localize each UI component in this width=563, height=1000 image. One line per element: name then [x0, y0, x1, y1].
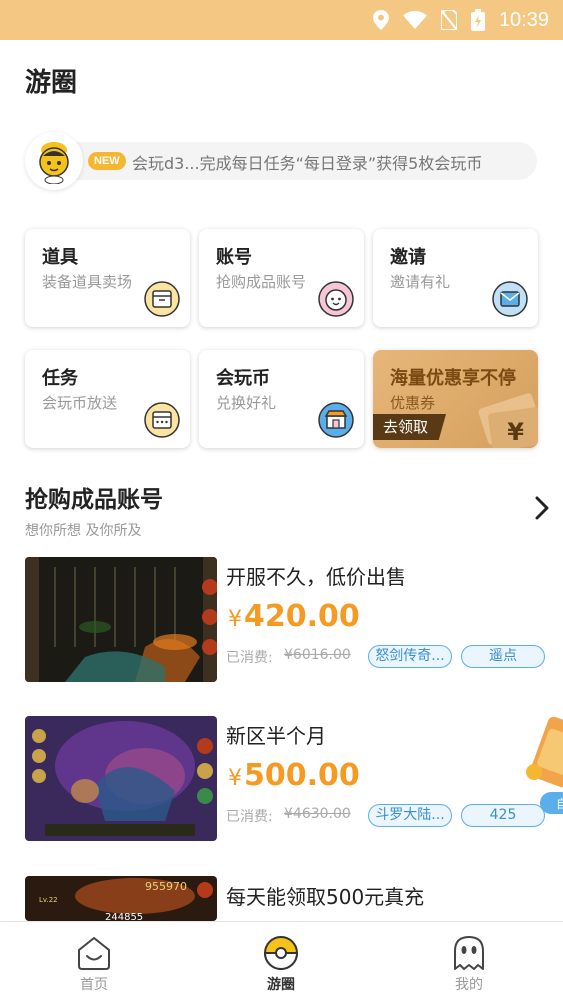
tab-label: 我的	[455, 977, 483, 993]
status-bar: 10:39	[0, 0, 563, 40]
yen-sign: ¥	[228, 607, 242, 632]
card-title: 会玩币	[216, 368, 270, 389]
card-subtitle: 抢购成品账号	[216, 273, 307, 291]
item-title: 开服不久，低价出售	[226, 565, 406, 589]
claim-button[interactable]: 去领取	[373, 414, 447, 440]
card-title: 任务	[42, 368, 78, 389]
price-value: 500.00	[244, 758, 360, 793]
section-subtitle: 想你所想 及你所及	[25, 523, 142, 539]
tab-home[interactable]: 首页	[34, 922, 154, 1000]
promo-title: 海量优惠享不停	[390, 368, 516, 389]
card-coins[interactable]: 会玩币 兑换好礼	[199, 350, 364, 448]
game-tag[interactable]: 怒剑传奇...	[368, 645, 452, 668]
face-icon	[318, 281, 354, 317]
card-title: 道具	[42, 247, 78, 268]
coupon-icon	[478, 393, 538, 448]
card-title: 账号	[216, 247, 252, 268]
card-props[interactable]: 道具 装备道具卖场	[25, 229, 190, 327]
floating-gift-widget[interactable]: 自	[522, 712, 563, 818]
shop-icon	[318, 402, 354, 438]
card-subtitle: 兑换好礼	[216, 394, 277, 412]
item-price: ¥500.00	[228, 758, 360, 793]
bottom-tab-bar: 首页 游圈 我的	[0, 921, 563, 1000]
card-subtitle: 装备道具卖场	[42, 273, 133, 291]
game-thumbnail	[25, 557, 217, 682]
price-value: 420.00	[244, 599, 360, 634]
page-title: 游圈	[25, 68, 78, 98]
card-account[interactable]: 账号 抢购成品账号	[199, 229, 364, 327]
server-tag[interactable]: 遥点	[461, 645, 545, 668]
location-icon	[372, 10, 389, 30]
calendar-icon	[144, 402, 180, 438]
list-item[interactable]: 955970 Lv.22 244855 每天能领取500元真充	[0, 876, 563, 921]
promo-subtitle: 优惠券	[390, 394, 436, 412]
game-thumbnail: 955970 Lv.22 244855	[25, 876, 217, 921]
list-item[interactable]: 新区半个月 ¥500.00 已消费: ¥4630.00 斗罗大陆... 425	[0, 716, 563, 846]
card-coupon-promo[interactable]: 海量优惠享不停 优惠券 去领取 ¥	[373, 350, 538, 448]
list-item[interactable]: 开服不久，低价出售 ¥420.00 已消费: ¥6016.00 怒剑传奇... …	[0, 557, 563, 687]
game-tag[interactable]: 斗罗大陆...	[368, 804, 452, 827]
spent-value: ¥4630.00	[284, 806, 351, 822]
yen-sign: ¥	[228, 766, 242, 791]
box-icon	[144, 281, 180, 317]
card-tasks[interactable]: 任务 会玩币放送	[25, 350, 190, 448]
spent-value: ¥6016.00	[284, 647, 351, 663]
card-subtitle: 会玩币放送	[42, 394, 118, 412]
item-title: 每天能领取500元真充	[226, 885, 425, 909]
clock: 10:39	[498, 8, 549, 31]
home-smile-icon	[78, 936, 110, 970]
wifi-icon	[402, 11, 427, 29]
float-label: 自	[556, 797, 563, 811]
yen-mark: ¥	[507, 418, 524, 446]
thumb-level: Lv.22	[39, 896, 58, 904]
tab-mine[interactable]: 我的	[409, 922, 529, 1000]
avatar[interactable]	[25, 132, 83, 190]
spent-label: 已消费:	[226, 809, 273, 825]
thumb-score: 955970	[145, 880, 187, 893]
card-subtitle: 邀请有礼	[390, 273, 451, 291]
envelope-icon	[492, 281, 528, 317]
chevron-right-icon[interactable]	[530, 494, 554, 522]
item-price: ¥420.00	[228, 599, 360, 634]
game-thumbnail	[25, 716, 217, 841]
card-title: 邀请	[390, 247, 426, 268]
thumb-hp: 244855	[105, 912, 143, 921]
mascot-icon	[39, 142, 69, 184]
tab-label: 首页	[80, 977, 108, 993]
tab-label: 游圈	[267, 977, 295, 993]
section-title: 抢购成品账号	[25, 487, 163, 513]
notice-text: 会玩d3...完成每日任务“每日登录”获得5枚会玩币	[132, 154, 483, 173]
card-invite[interactable]: 邀请 邀请有礼	[373, 229, 538, 327]
ball-icon	[263, 936, 299, 970]
ghost-icon	[454, 936, 484, 970]
item-title: 新区半个月	[226, 724, 326, 748]
battery-charging-icon	[470, 9, 485, 31]
new-badge: NEW	[88, 152, 126, 170]
spent-label: 已消费:	[226, 650, 273, 666]
no-sim-icon	[440, 10, 457, 30]
tab-circle[interactable]: 游圈	[221, 922, 341, 1000]
